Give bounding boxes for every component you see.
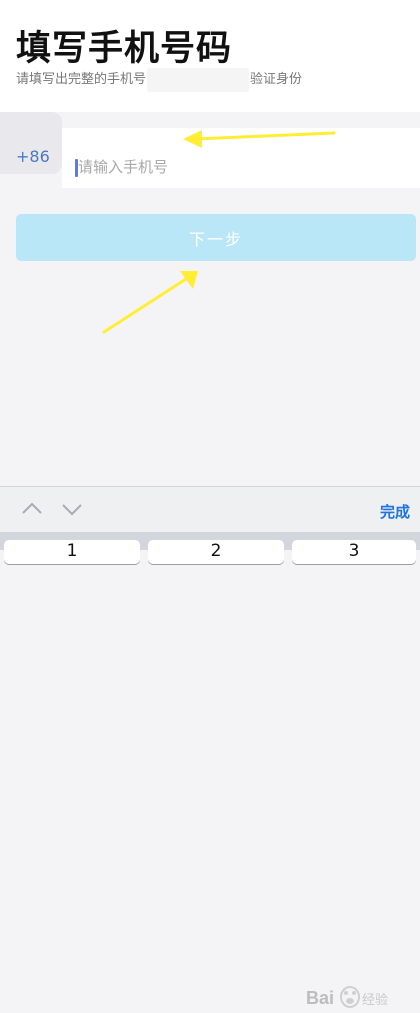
arrow-to-next-button (102, 271, 198, 334)
header-section: 填写手机号码 请填写出完整的手机号 验证身份 (0, 0, 420, 112)
key-3-label: 3 (348, 541, 360, 561)
subtitle-prefix: 请填写出完整的手机号 (16, 72, 147, 87)
key-3[interactable]: 3 (292, 540, 416, 564)
baidu-watermark-logo: Bai 经验 (306, 986, 388, 1008)
key-1-label: 1 (66, 541, 78, 561)
numeric-keypad: 1 2 3 (0, 532, 420, 564)
chevron-up-icon[interactable] (20, 497, 44, 521)
svg-text:Bai: Bai (306, 988, 334, 1008)
key-2-label: 2 (210, 541, 222, 561)
page-title: 填写手机号码 (16, 29, 233, 69)
key-2[interactable]: 2 (148, 540, 284, 564)
keyboard-toolbar: Bai 经验 完成 (0, 486, 420, 1008)
phone-input-wrapper (62, 128, 420, 188)
country-code[interactable]: +86 (16, 147, 50, 166)
phone-number-input[interactable] (78, 156, 378, 178)
done-button[interactable]: 完成 (380, 501, 410, 522)
key-1[interactable]: 1 (4, 540, 140, 564)
phone-input-row: +86 (0, 112, 420, 188)
subtitle-suffix: 验证身份 (250, 72, 303, 87)
next-step-button[interactable]: 下一步 (16, 214, 416, 261)
svg-text:经验: 经验 (362, 992, 388, 1008)
chevron-down-icon[interactable] (60, 497, 84, 521)
redacted-phone-mask (147, 68, 250, 92)
page-subtitle: 请填写出完整的手机号 验证身份 (16, 68, 303, 92)
